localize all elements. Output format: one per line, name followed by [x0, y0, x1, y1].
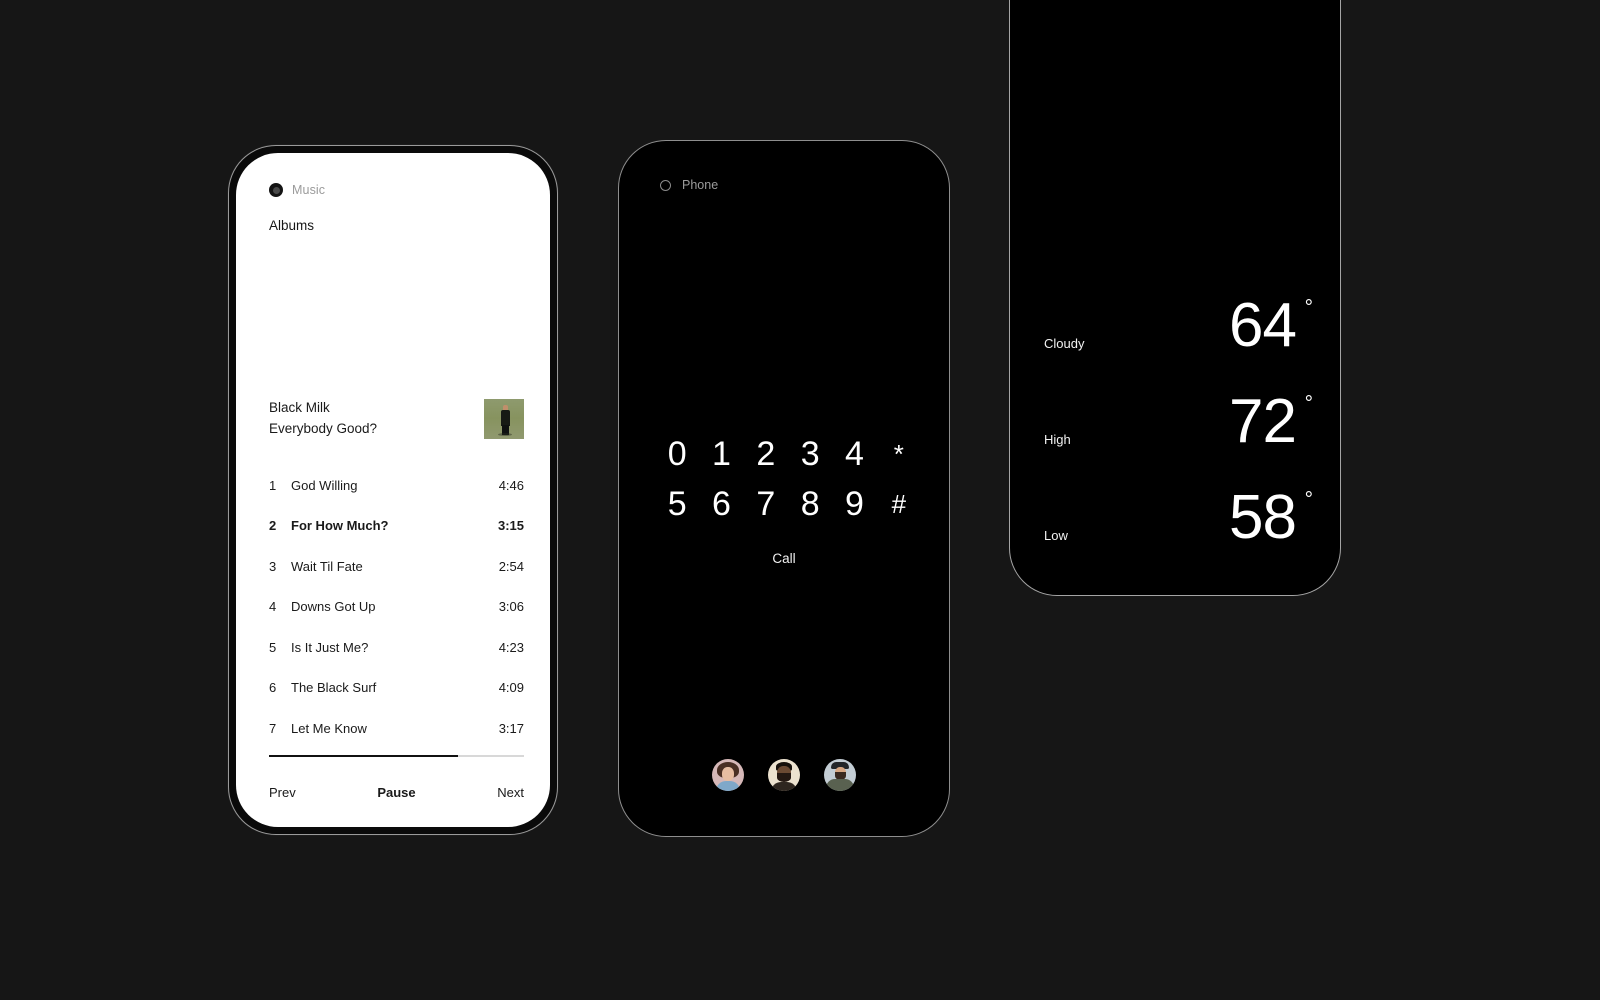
next-button[interactable]: Next	[497, 785, 524, 800]
weather-phone-device: Cloudy 64 ° High 72 ° Low 58 °	[1009, 0, 1341, 596]
track-row[interactable]: 4 Downs Got Up 3:06	[269, 595, 524, 619]
weather-row-high: High 72 °	[1044, 391, 1313, 453]
avatar-face	[722, 767, 734, 781]
degree-icon: °	[1304, 296, 1313, 319]
music-app-header: Music	[269, 183, 325, 197]
keypad-key-7[interactable]: 7	[744, 485, 788, 523]
now-playing-album: Black Milk Everybody Good?	[269, 398, 524, 439]
app-mockup-stage: Music Albums Black Milk Everybody Good? …	[0, 0, 1600, 1000]
music-app-name: Music	[292, 183, 326, 197]
track-row[interactable]: 7 Let Me Know 3:17	[269, 716, 524, 740]
keypad-key-star[interactable]: *	[877, 435, 921, 473]
track-number: 1	[269, 477, 277, 493]
track-title: God Willing	[291, 477, 358, 493]
track-row[interactable]: 2 For How Much? 3:15	[269, 514, 524, 538]
track-row[interactable]: 3 Wait Til Fate 2:54	[269, 554, 524, 578]
weather-row-condition: Cloudy 64 °	[1044, 295, 1313, 357]
degree-icon: °	[1304, 488, 1313, 511]
keypad-key-3[interactable]: 3	[788, 435, 832, 473]
track-title: Is It Just Me?	[291, 639, 369, 655]
avatar-beard	[777, 773, 791, 782]
track-title: Wait Til Fate	[291, 558, 363, 574]
artwork-figure-shadow	[498, 433, 512, 436]
weather-temp-current: 64	[1229, 291, 1297, 360]
track-number: 5	[269, 639, 277, 655]
album-artwork	[484, 399, 524, 439]
track-duration: 4:46	[498, 477, 524, 493]
track-row[interactable]: 1 God Willing 4:46	[269, 473, 524, 497]
weather-label-condition: Cloudy	[1044, 336, 1085, 351]
weather-value-low: 58 °	[1229, 487, 1313, 549]
keypad-key-9[interactable]: 9	[832, 485, 876, 523]
track-list: 1 God Willing 4:46 2 For How Much? 3:15 3 Wait …	[269, 473, 524, 757]
keypad-key-4[interactable]: 4	[832, 435, 876, 473]
keypad-key-0[interactable]: 0	[655, 435, 699, 473]
track-number: 3	[269, 558, 277, 574]
track-duration: 2:54	[498, 558, 524, 574]
artwork-figure-body	[500, 410, 510, 426]
weather-row-low: Low 58 °	[1044, 487, 1313, 549]
track-duration: 4:23	[498, 639, 524, 655]
track-number: 7	[269, 720, 277, 736]
track-duration: 3:15	[497, 518, 524, 533]
track-title: Let Me Know	[291, 720, 367, 736]
keypad-key-hash[interactable]: #	[877, 485, 921, 523]
playback-progress-fill	[269, 755, 458, 757]
keypad-key-5[interactable]: 5	[655, 485, 699, 523]
track-duration: 3:17	[498, 720, 524, 736]
track-title: Downs Got Up	[291, 599, 376, 614]
dialer-phone-device: Phone 0 1 2 3 4 * 5 6 7 8 9 # Call	[618, 140, 950, 837]
favorite-contacts	[625, 759, 943, 791]
track-title: The Black Surf	[291, 680, 377, 695]
keypad-key-8[interactable]: 8	[788, 485, 832, 523]
prev-button[interactable]: Prev	[269, 785, 296, 800]
track-number: 6	[269, 680, 277, 695]
contact-avatar-3[interactable]	[824, 759, 856, 791]
weather-value-high: 72 °	[1229, 391, 1313, 453]
dialer-phone-screen: Phone 0 1 2 3 4 * 5 6 7 8 9 # Call	[625, 147, 943, 830]
track-number: 2	[269, 518, 277, 533]
weather-phone-screen: Cloudy 64 ° High 72 ° Low 58 °	[1016, 0, 1334, 589]
weather-label-high: High	[1044, 432, 1071, 447]
track-row[interactable]: 6 The Black Surf 4:09	[269, 676, 524, 700]
contact-avatar-1[interactable]	[712, 759, 744, 791]
degree-icon: °	[1304, 392, 1313, 415]
playback-controls: Prev Pause Next	[269, 785, 524, 800]
track-number: 4	[269, 599, 277, 614]
music-phone-screen: Music Albums Black Milk Everybody Good? …	[236, 153, 550, 827]
weather-label-low: Low	[1044, 528, 1068, 543]
page-title: Albums	[269, 218, 315, 233]
record-circle-icon	[269, 183, 283, 197]
avatar-shirt	[771, 782, 797, 791]
track-title: For How Much?	[291, 518, 389, 533]
contact-avatar-2[interactable]	[768, 759, 800, 791]
play-pause-button[interactable]: Pause	[377, 785, 415, 800]
phone-app-header: Phone	[660, 178, 718, 192]
call-button[interactable]: Call	[625, 551, 943, 566]
avatar-shirt	[826, 779, 854, 791]
circle-outline-icon	[660, 179, 671, 191]
keypad-key-2[interactable]: 2	[744, 435, 788, 473]
track-duration: 4:09	[498, 680, 524, 695]
weather-temp-low: 58	[1229, 483, 1297, 552]
playback-progress-bar[interactable]	[269, 755, 524, 757]
track-duration: 3:06	[498, 599, 524, 614]
avatar-shirt	[716, 781, 740, 791]
weather-temp-high: 72	[1229, 387, 1297, 456]
music-phone-device: Music Albums Black Milk Everybody Good? …	[228, 145, 558, 835]
keypad-key-6[interactable]: 6	[699, 485, 743, 523]
phone-app-name: Phone	[682, 178, 719, 192]
track-row[interactable]: 5 Is It Just Me? 4:23	[269, 635, 524, 659]
dial-keypad: 0 1 2 3 4 * 5 6 7 8 9 #	[655, 435, 921, 523]
keypad-key-1[interactable]: 1	[699, 435, 743, 473]
weather-value-condition: 64 °	[1229, 295, 1313, 357]
